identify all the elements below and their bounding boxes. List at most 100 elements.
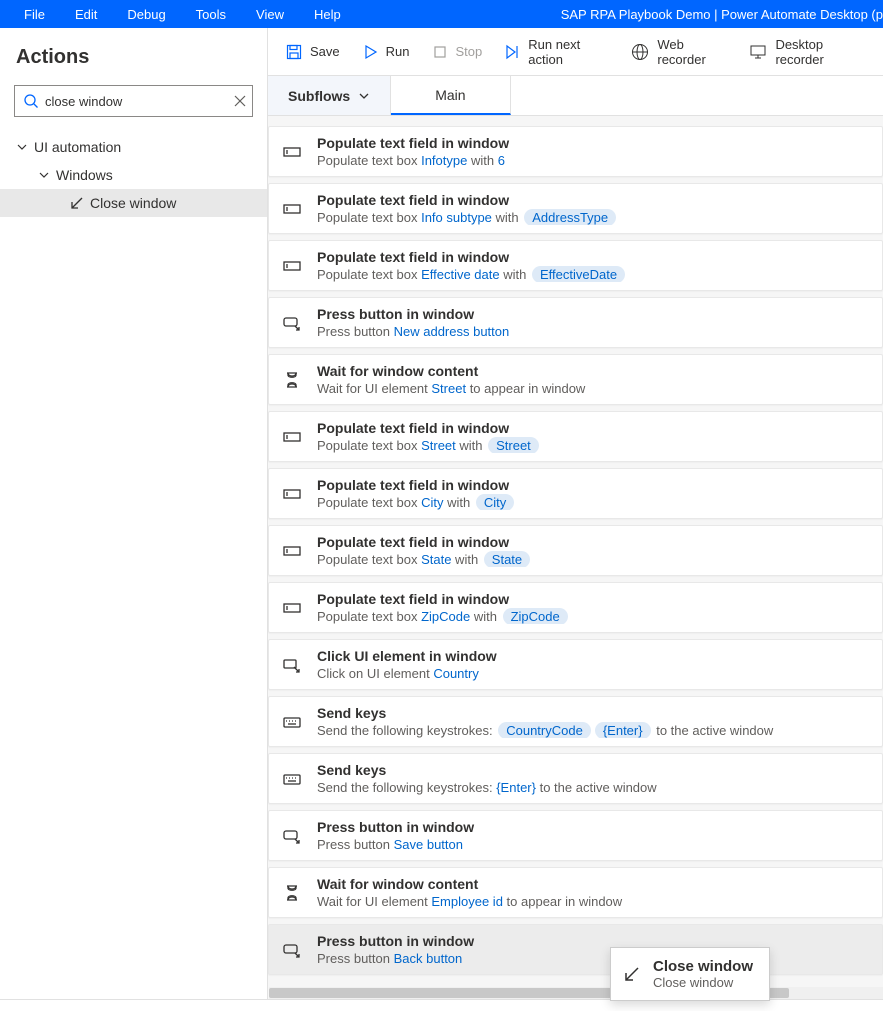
step-card[interactable]: Populate text field in windowPopulate te… — [268, 582, 883, 633]
stop-button[interactable]: Stop — [422, 38, 493, 66]
flow-step[interactable]: 14Populate text field in windowPopulate … — [284, 525, 883, 576]
flow-step[interactable]: 21Press button in windowPress button Bac… — [284, 924, 883, 975]
actions-tree: UI automation Windows Close window — [0, 129, 267, 217]
step-card[interactable]: Populate text field in window Populate te… — [268, 411, 883, 462]
globe-icon — [631, 43, 649, 61]
workspace: Subflows Main 7Populate text field in wi… — [268, 76, 883, 999]
menu-view[interactable]: View — [242, 3, 298, 26]
close-window-icon — [623, 965, 641, 983]
step-title: Press button in window — [317, 819, 870, 835]
menu-tools[interactable]: Tools — [182, 3, 240, 26]
step-subtitle: Send the following keystrokes: CountryCo… — [317, 723, 870, 738]
chevron-down-icon — [358, 90, 370, 102]
tree-close-window[interactable]: Close window — [0, 189, 267, 217]
step-icon-wrap — [281, 426, 303, 448]
step-icon-wrap — [281, 654, 303, 676]
step-icon-wrap — [281, 540, 303, 562]
flow-step[interactable]: 19Press button in windowPress button Sav… — [284, 810, 883, 861]
step-title: Wait for window content — [317, 363, 870, 379]
ui-element-link: Employee id — [431, 894, 503, 909]
flow-step[interactable]: 8Populate text field in windowPopulate t… — [284, 183, 883, 234]
step-subtitle: Populate text box Effective date with Ef… — [317, 267, 870, 282]
flow-step[interactable]: 11Wait for window contentWait for UI ele… — [284, 354, 883, 405]
tooltip-subtitle: Close window — [653, 975, 753, 990]
close-window-icon — [70, 196, 84, 210]
save-button[interactable]: Save — [276, 38, 350, 66]
step-card[interactable]: Populate text field in window Populate te… — [268, 240, 883, 291]
menu-help[interactable]: Help — [300, 3, 355, 26]
flow-step[interactable]: 9Populate text field in windowPopulate t… — [284, 240, 883, 291]
step-subtitle: Press button Save button — [317, 837, 870, 852]
textbox-icon — [282, 256, 302, 276]
step-card[interactable]: Send keysSend the following keystrokes: … — [268, 696, 883, 747]
run-button[interactable]: Run — [352, 38, 420, 66]
flow-step[interactable]: 15Populate text field in windowPopulate … — [284, 582, 883, 633]
step-icon-wrap — [281, 369, 303, 391]
ui-element-link: Street — [421, 438, 456, 453]
desktop-recorder-button[interactable]: Desktop recorder — [739, 31, 875, 73]
step-card[interactable]: Populate text field in windowPopulate te… — [268, 468, 883, 519]
press-button-icon — [282, 313, 302, 333]
flow-step[interactable]: 16Click UI element in windowClick on UI … — [284, 639, 883, 690]
variable-token: ZipCode — [503, 608, 568, 624]
flow-step[interactable]: 12Populate text field in windowPopulate … — [284, 411, 883, 462]
stop-icon — [432, 44, 448, 60]
step-title: Populate text field in window — [317, 420, 870, 436]
subflows-dropdown[interactable]: Subflows — [268, 76, 391, 115]
step-subtitle: Wait for UI element Employee id to appea… — [317, 894, 870, 909]
flow-step[interactable]: 10Press button in windowPress button New… — [284, 297, 883, 348]
steps-list: 7Populate text field in windowPopulate t… — [268, 116, 883, 999]
toolbar: Save Run Stop Run next action Web record… — [268, 28, 883, 76]
menu-file[interactable]: File — [10, 3, 59, 26]
menu-edit[interactable]: Edit — [61, 3, 111, 26]
step-subtitle: Click on UI element Country — [317, 666, 870, 681]
step-card[interactable]: Wait for window contentWait for UI eleme… — [268, 867, 883, 918]
step-card[interactable]: Populate text field in windowPopulate te… — [268, 525, 883, 576]
step-card[interactable]: Click UI element in windowClick on UI el… — [268, 639, 883, 690]
search-input[interactable] — [45, 94, 228, 109]
flow-step[interactable]: 17Send keysSend the following keystrokes… — [284, 696, 883, 747]
tab-main[interactable]: Main — [391, 76, 510, 115]
step-icon-wrap — [281, 483, 303, 505]
clear-icon[interactable] — [234, 95, 246, 107]
step-card[interactable]: Wait for window contentWait for UI eleme… — [268, 354, 883, 405]
step-subtitle: Populate text box ZipCode with ZipCode — [317, 609, 870, 624]
step-title: Populate text field in window — [317, 135, 870, 151]
step-card[interactable]: Populate text field in windowPopulate te… — [268, 183, 883, 234]
horizontal-scrollbar[interactable] — [269, 987, 883, 999]
flow-step[interactable]: 20Wait for window contentWait for UI ele… — [284, 867, 883, 918]
save-icon — [286, 44, 302, 60]
step-subtitle: Populate text box State with State — [317, 552, 870, 567]
press-button-icon — [282, 826, 302, 846]
tree-ui-automation[interactable]: UI automation — [0, 133, 267, 161]
step-icon-wrap — [281, 711, 303, 733]
click-icon — [282, 655, 302, 675]
flow-step[interactable]: 18Send keysSend the following keystrokes… — [284, 753, 883, 804]
step-card[interactable]: Populate text field in windowPopulate te… — [268, 126, 883, 177]
flow-step[interactable]: 7Populate text field in windowPopulate t… — [284, 126, 883, 177]
flow-step[interactable]: 13Populate text field in windowPopulate … — [284, 468, 883, 519]
step-subtitle: Populate text box Street with Street — [317, 438, 870, 453]
step-card[interactable]: Press button in windowPress button New a… — [268, 297, 883, 348]
step-title: Send keys — [317, 762, 870, 778]
ui-element-link: {Enter} — [496, 780, 536, 795]
step-icon-wrap — [281, 939, 303, 961]
step-card[interactable]: Press button in windowPress button Back … — [268, 924, 883, 975]
menu-debug[interactable]: Debug — [113, 3, 179, 26]
desktop-icon — [749, 43, 767, 61]
step-card[interactable]: Send keysSend the following keystrokes: … — [268, 753, 883, 804]
web-recorder-button[interactable]: Web recorder — [621, 31, 737, 73]
step-title: Populate text field in window — [317, 249, 870, 265]
step-title: Press button in window — [317, 306, 870, 322]
step-icon — [504, 44, 520, 60]
tree-windows[interactable]: Windows — [0, 161, 267, 189]
textbox-icon — [282, 199, 302, 219]
variable-token: City — [476, 494, 514, 510]
run-next-button[interactable]: Run next action — [494, 31, 619, 73]
title-bar: File Edit Debug Tools View Help SAP RPA … — [0, 0, 883, 28]
search-box[interactable] — [14, 85, 253, 117]
step-icon-wrap — [281, 255, 303, 277]
keyboard-icon — [282, 769, 302, 789]
step-icon-wrap — [281, 312, 303, 334]
step-card[interactable]: Press button in window Press button Save … — [268, 810, 883, 861]
